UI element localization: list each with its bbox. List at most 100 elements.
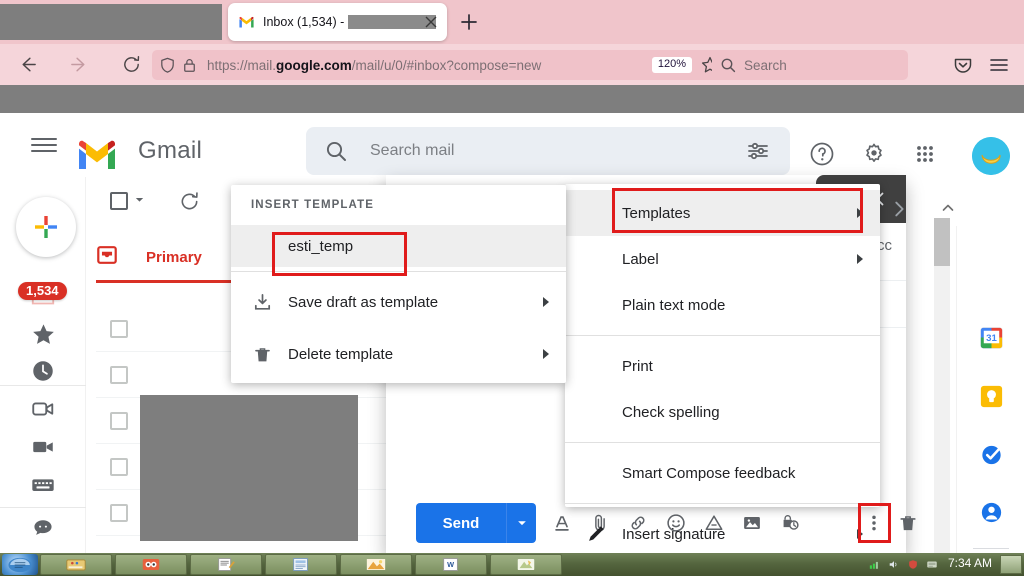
- sidebar-item-snoozed[interactable]: [29, 357, 57, 385]
- reload-icon[interactable]: [116, 50, 146, 80]
- menu-item-label: Save draft as template: [288, 294, 438, 311]
- taskbar-clock: 7:34 AM: [948, 556, 992, 570]
- pocket-icon[interactable]: [952, 54, 974, 76]
- start-button[interactable]: [2, 554, 38, 575]
- rail-divider: [0, 507, 86, 508]
- template-item-esti-temp[interactable]: esti_temp: [231, 225, 566, 267]
- menu-separator: [565, 503, 880, 504]
- gmail-header: Gmail Search mail: [0, 113, 1024, 177]
- google-calendar-icon[interactable]: 31: [976, 322, 1006, 352]
- sidebar-item-starred[interactable]: [29, 320, 57, 348]
- gmail-wordmark: Gmail: [138, 137, 202, 165]
- taskbar-item[interactable]: [115, 554, 187, 575]
- taskbar-item[interactable]: W: [415, 554, 487, 575]
- scroll-up-chevron-icon[interactable]: [940, 200, 956, 216]
- tray-icon-network[interactable]: [869, 557, 881, 575]
- taskbar-item[interactable]: [265, 554, 337, 575]
- select-all-checkbox[interactable]: [110, 192, 128, 210]
- compose-scrollbar-track[interactable]: [934, 218, 950, 553]
- compose-collapse-chevron-icon[interactable]: [888, 198, 912, 222]
- menu-separator: [231, 271, 566, 272]
- pen-icon: [585, 523, 607, 545]
- chevron-down-icon[interactable]: [134, 192, 145, 210]
- sidebar-item-keyboard[interactable]: [29, 471, 57, 499]
- lock-icon[interactable]: [180, 56, 199, 75]
- taskbar-item[interactable]: [490, 554, 562, 575]
- url-suffix: /mail/u/0/#inbox?compose=new: [352, 58, 542, 73]
- close-icon[interactable]: [423, 14, 439, 30]
- rail-divider: [0, 385, 86, 386]
- refresh-icon[interactable]: [179, 191, 200, 217]
- side-panel-divider: [973, 548, 1009, 549]
- svg-text:W: W: [447, 560, 454, 569]
- row-checkbox[interactable]: [110, 412, 128, 430]
- sidebar-item-chat[interactable]: [29, 514, 57, 542]
- gmail-side-panel: 31: [956, 226, 1024, 576]
- menu-item-delete-template[interactable]: Delete template: [231, 328, 566, 380]
- show-desktop-button[interactable]: [1000, 555, 1022, 574]
- menu-item-label: Print: [622, 358, 653, 375]
- browser-tab-gmail[interactable]: Inbox (1,534) -: [228, 3, 447, 41]
- sidebar-item-join-meeting[interactable]: [29, 433, 57, 461]
- google-contacts-icon[interactable]: [976, 497, 1006, 527]
- gmail-favicon: [238, 14, 255, 31]
- menu-item-check-spelling[interactable]: Check spelling: [565, 389, 880, 435]
- main-menu-icon[interactable]: [28, 133, 60, 157]
- menu-item-label: esti_temp: [288, 238, 353, 255]
- row-checkbox[interactable]: [110, 458, 128, 476]
- avatar[interactable]: [972, 137, 1010, 175]
- redacted-bookmarks-bar: [0, 85, 1024, 113]
- row-checkbox[interactable]: [110, 504, 128, 522]
- menu-item-label[interactable]: Label: [565, 236, 880, 282]
- discard-draft-icon[interactable]: [896, 511, 920, 535]
- browser-tab-strip: Inbox (1,534) -: [0, 0, 1024, 44]
- tray-icon-volume[interactable]: [888, 557, 900, 575]
- taskbar-item[interactable]: [340, 554, 412, 575]
- trash-icon: [251, 343, 273, 365]
- google-tasks-icon[interactable]: [976, 439, 1006, 469]
- menu-item-label: Check spelling: [622, 404, 720, 421]
- search-mail-input[interactable]: Search mail: [306, 127, 790, 175]
- submenu-arrow-icon: [857, 529, 863, 539]
- submenu-arrow-icon: [543, 349, 549, 359]
- svg-text:31: 31: [986, 332, 997, 343]
- taskbar-item[interactable]: [40, 554, 112, 575]
- row-checkbox[interactable]: [110, 320, 128, 338]
- menu-item-smart-compose-feedback[interactable]: Smart Compose feedback: [565, 450, 880, 496]
- browser-app-menu-icon[interactable]: [988, 54, 1010, 76]
- google-keep-icon[interactable]: [976, 381, 1006, 411]
- sidebar-item-new-meeting[interactable]: [29, 395, 57, 423]
- menu-item-label: Insert signature: [622, 526, 725, 543]
- send-button[interactable]: Send: [416, 503, 506, 543]
- gmail-left-rail: 1,534: [0, 177, 86, 553]
- browser-tab-title-text: Inbox (1,534) -: [263, 15, 344, 29]
- more-options-menu: Templates Label Plain text mode Print Ch…: [565, 184, 880, 507]
- menu-item-templates[interactable]: Templates: [565, 190, 880, 236]
- back-arrow-icon[interactable]: [12, 50, 42, 80]
- browser-search-bar[interactable]: Search: [712, 50, 908, 80]
- submenu-arrow-icon: [857, 208, 863, 218]
- compose-button[interactable]: [16, 197, 76, 257]
- forward-arrow-icon[interactable]: [64, 50, 94, 80]
- compose-scrollbar-thumb[interactable]: [934, 218, 950, 266]
- zoom-level-badge[interactable]: 120%: [652, 57, 692, 73]
- url-prefix: https://mail.: [207, 58, 276, 73]
- tune-icon[interactable]: [746, 139, 770, 163]
- tray-icon-app[interactable]: [926, 557, 938, 575]
- apps-grid-icon[interactable]: [912, 141, 938, 167]
- menu-item-print[interactable]: Print: [565, 343, 880, 389]
- address-bar[interactable]: https://mail.google.com/mail/u/0/#inbox?…: [152, 50, 728, 80]
- menu-item-save-draft-as-template[interactable]: Save draft as template: [231, 276, 566, 328]
- tray-icon-security[interactable]: [907, 557, 919, 575]
- row-checkbox[interactable]: [110, 366, 128, 384]
- help-icon[interactable]: [809, 141, 835, 167]
- new-tab-button[interactable]: [458, 11, 480, 33]
- send-options-button[interactable]: [506, 503, 536, 543]
- taskbar-item[interactable]: [190, 554, 262, 575]
- address-bar-url: https://mail.google.com/mail/u/0/#inbox?…: [207, 58, 652, 73]
- browser-search-placeholder: Search: [744, 58, 787, 73]
- shield-icon[interactable]: [158, 56, 177, 75]
- menu-item-insert-signature[interactable]: Insert signature: [565, 511, 880, 557]
- menu-item-plain-text-mode[interactable]: Plain text mode: [565, 282, 880, 328]
- settings-gear-icon[interactable]: [861, 141, 887, 167]
